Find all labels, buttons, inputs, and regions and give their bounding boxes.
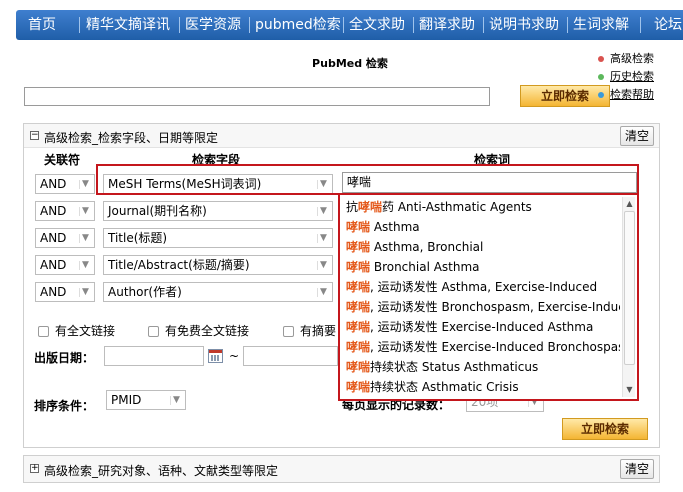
chevron-down-icon: ▼ — [170, 396, 182, 405]
nav-forum[interactable]: 论坛 — [654, 10, 682, 40]
page-title: PubMed 检索 — [312, 57, 388, 70]
suggestion-item[interactable]: 哮喘, 运动诱发性 Asthma, Exercise-Induced — [346, 277, 620, 297]
scrollbar[interactable]: ▲ ▼ — [622, 197, 635, 397]
nav-bar: 首页 精华文摘译讯 医学资源 pubmed检索 全文求助 翻译求助 说明书求助 … — [16, 10, 683, 40]
clear-button[interactable]: 清空 — [620, 126, 654, 146]
nav-manual[interactable]: 说明书求助 — [489, 10, 559, 40]
chevron-down-icon: ▼ — [317, 288, 329, 297]
suggestion-item[interactable]: 哮喘 Asthma, Bronchial — [346, 237, 620, 257]
checkbox-icon — [283, 326, 294, 337]
nav-translate[interactable]: 翻译求助 — [419, 10, 475, 40]
search-button[interactable]: 立即检索 — [520, 85, 610, 107]
suggestion-item[interactable]: 哮喘, 运动诱发性 Exercise-Induced Asthma — [346, 317, 620, 337]
scroll-up-icon[interactable]: ▲ — [624, 198, 635, 209]
fulltext-checkbox[interactable]: 有全文链接 — [38, 322, 115, 339]
suggestion-dropdown: 抗哮喘药 Anti-Asthmatic Agents 哮喘 Asthma 哮喘 … — [338, 193, 639, 401]
suggestion-item[interactable]: 哮喘 Asthma — [346, 217, 620, 237]
main-search-input[interactable] — [24, 87, 490, 106]
field-select[interactable]: Journal(期刊名称) ▼ — [103, 201, 333, 221]
advanced-search-link[interactable]: 高级检索 — [598, 50, 654, 68]
date-from-input[interactable] — [104, 346, 204, 366]
suggestion-item[interactable]: 抗哮喘药 Anti-Asthmatic Agents — [346, 197, 620, 217]
sort-label: 排序条件： — [34, 399, 95, 413]
nav-divider — [413, 17, 414, 33]
operator-select[interactable]: AND ▼ — [35, 282, 95, 302]
chevron-down-icon: ▼ — [79, 288, 91, 297]
panel-title: 高级检索_检索字段、日期等限定 — [44, 131, 219, 145]
calendar-icon[interactable] — [208, 349, 223, 363]
nav-divider — [343, 17, 344, 33]
scroll-thumb[interactable] — [624, 211, 635, 365]
chevron-down-icon: ▼ — [79, 234, 91, 243]
nav-digest[interactable]: 精华文摘译讯 — [86, 10, 170, 40]
nav-words[interactable]: 生词求解 — [573, 10, 629, 40]
nav-med-resources[interactable]: 医学资源 — [185, 10, 241, 40]
nav-divider — [79, 17, 80, 33]
field-select[interactable]: Title(标题) ▼ — [103, 228, 333, 248]
nav-home[interactable]: 首页 — [28, 10, 56, 40]
chevron-down-icon: ▼ — [79, 180, 91, 189]
checkbox-icon — [38, 326, 49, 337]
operator-select[interactable]: AND ▼ — [35, 174, 95, 194]
nav-divider — [249, 17, 250, 33]
search-help-link[interactable]: 检索帮助 — [598, 86, 654, 104]
field-select[interactable]: Author(作者) ▼ — [103, 282, 333, 302]
nav-divider — [567, 17, 568, 33]
date-separator: ~ — [229, 349, 240, 363]
abstract-checkbox[interactable]: 有摘要 — [283, 322, 336, 339]
chevron-down-icon: ▼ — [79, 207, 91, 216]
pub-date-label: 出版日期： — [34, 351, 95, 365]
bullet-icon — [598, 92, 604, 98]
suggestion-item[interactable]: 哮喘, 运动诱发性 Bronchospasm, Exercise-Induced — [346, 297, 620, 317]
suggestion-item[interactable]: 哮喘持续状态 Asthmatic Crisis — [346, 377, 620, 397]
collapse-icon[interactable]: − — [30, 131, 39, 140]
field-select[interactable]: Title/Abstract(标题/摘要) ▼ — [103, 255, 333, 275]
top-nav: 首页 精华文摘译讯 医学资源 pubmed检索 全文求助 翻译求助 说明书求助 … — [0, 0, 683, 50]
advanced-limits-panel: + 高级检索_研究对象、语种、文献类型等限定 清空 — [23, 455, 660, 483]
bullet-icon — [598, 56, 604, 62]
nav-divider — [640, 17, 641, 33]
advanced-search-button[interactable]: 立即检索 — [562, 418, 648, 440]
operator-select[interactable]: AND ▼ — [35, 255, 95, 275]
operator-select[interactable]: AND ▼ — [35, 201, 95, 221]
search-term-input[interactable]: 哮喘 — [342, 172, 637, 193]
suggestion-item[interactable]: 哮喘持续状态 Status Asthmaticus — [346, 357, 620, 377]
suggestion-item[interactable]: 哮喘 Bronchial Asthma — [346, 257, 620, 277]
chevron-down-icon: ▼ — [317, 234, 329, 243]
operator-select[interactable]: AND ▼ — [35, 228, 95, 248]
clear-button[interactable]: 清空 — [620, 459, 654, 479]
col-header-relation: 关联符 — [44, 153, 81, 167]
side-links: 高级检索 历史检索 检索帮助 — [598, 50, 654, 104]
sort-select[interactable]: PMID ▼ — [106, 390, 186, 410]
checkbox-icon — [148, 326, 159, 337]
expand-icon[interactable]: + — [30, 464, 39, 473]
chevron-down-icon: ▼ — [79, 261, 91, 270]
nav-divider — [483, 17, 484, 33]
scroll-down-icon[interactable]: ▼ — [624, 384, 635, 395]
free-fulltext-checkbox[interactable]: 有免费全文链接 — [148, 322, 249, 339]
nav-divider — [179, 17, 180, 33]
suggestion-item[interactable]: 哮喘, 运动诱发性 Exercise-Induced Bronchospasm — [346, 337, 620, 357]
chevron-down-icon: ▼ — [317, 261, 329, 270]
date-to-input[interactable] — [243, 346, 338, 366]
nav-fulltext[interactable]: 全文求助 — [349, 10, 405, 40]
panel-header: − 高级检索_检索字段、日期等限定 清空 — [24, 124, 659, 148]
history-search-link[interactable]: 历史检索 — [598, 68, 654, 86]
bullet-icon — [598, 74, 604, 80]
nav-pubmed[interactable]: pubmed检索 — [255, 10, 341, 40]
chevron-down-icon: ▼ — [317, 207, 329, 216]
panel-title: 高级检索_研究对象、语种、文献类型等限定 — [44, 464, 279, 478]
